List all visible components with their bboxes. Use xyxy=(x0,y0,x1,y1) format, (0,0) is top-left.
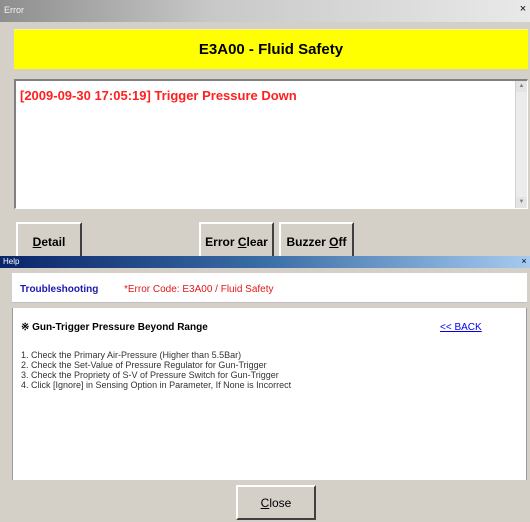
troubleshooting-label: Troubleshooting xyxy=(20,284,99,295)
error-banner-text: E3A00 - Fluid Safety xyxy=(198,41,344,58)
error-code-label: *Error Code: E3A00 / Fluid Safety xyxy=(124,284,274,295)
help-window-titlebar[interactable]: Help × xyxy=(0,256,530,268)
close-button-mnemonic: C xyxy=(260,495,270,510)
close-button[interactable]: Close xyxy=(236,485,316,520)
error-window-body: E3A00 - Fluid Safety [2009-09-30 17:05:1… xyxy=(2,22,528,261)
scroll-up-icon[interactable]: ▲ xyxy=(516,81,527,92)
screen: Error × E3A00 - Fluid Safety [2009-09-30… xyxy=(0,0,530,522)
detail-button-mnemonic: D xyxy=(32,234,42,249)
list-item: 1. Check the Primary Air-Pressure (Highe… xyxy=(21,350,242,360)
help-content-panel: ※ Gun-Trigger Pressure Beyond Range << B… xyxy=(12,308,527,480)
buzzer-off-button-pre: Buzzer xyxy=(286,234,330,249)
help-window-title: Help xyxy=(3,257,20,266)
buzzer-off-button-mnemonic: O xyxy=(329,234,339,249)
help-heading: ※ Gun-Trigger Pressure Beyond Range xyxy=(21,322,208,333)
error-window-title: Error xyxy=(4,5,24,15)
scroll-down-icon[interactable]: ▼ xyxy=(516,197,527,208)
error-clear-button-mnemonic: C xyxy=(237,234,247,249)
error-message-area[interactable]: [2009-09-30 17:05:19] Trigger Pressure D… xyxy=(14,79,528,209)
message-scrollbar[interactable]: ▲ ▼ xyxy=(515,81,527,208)
error-clear-button-post: lear xyxy=(246,234,268,249)
error-window-titlebar[interactable]: Error × xyxy=(0,0,530,22)
help-window-close-icon[interactable]: × xyxy=(518,256,530,268)
error-window-close-icon[interactable]: × xyxy=(516,3,530,17)
troubleshooting-steps: 1. Check the Primary Air-Pressure (Highe… xyxy=(21,350,291,390)
help-window-body: Troubleshooting *Error Code: E3A00 / Flu… xyxy=(0,268,530,522)
detail-button-post: etail xyxy=(41,234,66,249)
help-header: Troubleshooting *Error Code: E3A00 / Flu… xyxy=(12,273,527,303)
error-clear-button-pre: Error xyxy=(205,234,238,249)
error-banner: E3A00 - Fluid Safety xyxy=(14,29,528,69)
error-message-text: [2009-09-30 17:05:19] Trigger Pressure D… xyxy=(20,88,297,103)
back-link[interactable]: << BACK xyxy=(440,322,482,333)
list-item: 4. Click [Ignore] in Sensing Option in P… xyxy=(21,380,292,390)
list-item: 2. Check the Set-Value of Pressure Regul… xyxy=(21,360,267,370)
close-button-post: lose xyxy=(269,495,292,510)
list-item: 3. Check the Propriety of S-V of Pressur… xyxy=(21,370,279,380)
buzzer-off-button-post: ff xyxy=(338,234,347,249)
